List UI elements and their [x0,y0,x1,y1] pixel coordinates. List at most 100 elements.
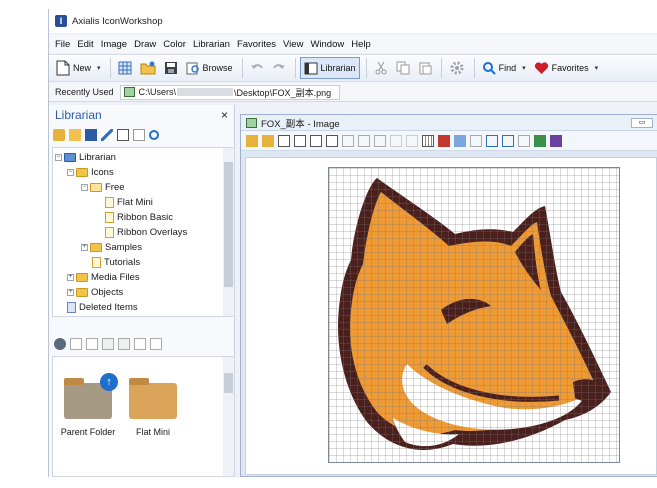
paste-icon[interactable] [374,134,386,147]
transparency-icon[interactable] [454,134,466,147]
scissors-icon[interactable] [342,134,354,147]
tree-item-label: Media Files [91,272,140,283]
properties-icon[interactable] [133,129,145,141]
redo-icon[interactable] [406,134,418,147]
librarian-tree: − Librarian − Icons − Free Flat Mini Rib… [52,147,235,317]
menu-librarian[interactable]: Librarian [193,39,230,50]
window-title: Axialis IconWorkshop [72,15,163,27]
expand-icon[interactable]: + [81,244,88,251]
tree-item-icons[interactable]: − Icons [67,165,114,180]
undo-icon[interactable] [390,134,402,147]
copy-icon [396,61,410,75]
thumbnail-flat-mini[interactable]: Flat Mini [123,378,183,437]
image-canvas-area[interactable] [245,157,657,475]
tree-item-ribbon-basic[interactable]: Ribbon Basic [105,210,173,225]
tree-item-ribbon-overlays[interactable]: Ribbon Overlays [105,225,187,240]
recent-file-dropdown[interactable]: C:\Users\ \Desktop\FOX_副本.png [119,84,340,100]
tree-item-label: Objects [91,287,124,298]
grid-view-button[interactable] [115,57,135,79]
arrow-up-icon: ↑ [100,373,118,391]
new-library-icon[interactable] [53,129,65,141]
library-file-icon [105,227,114,238]
pencil-icon[interactable] [101,129,113,141]
menu-edit[interactable]: Edit [77,39,93,50]
collapse-icon[interactable]: − [55,154,62,161]
color-picker-icon[interactable] [550,134,562,147]
tree-item-tutorials[interactable]: Tutorials [92,255,140,270]
undo-button[interactable] [247,57,267,79]
list-view-icon[interactable] [150,338,162,350]
scrollbar-thumb[interactable] [224,373,233,393]
browse-button[interactable]: Browse [183,57,236,79]
tree-scrollbar[interactable] [223,148,234,316]
folder-icon[interactable] [69,129,81,141]
document-title-bar: FOX_副本 - Image ▭ [241,115,657,131]
menu-window[interactable]: Window [310,39,344,50]
find-button[interactable]: Find ▾ [479,57,529,79]
grid-toggle-icon[interactable] [422,134,434,147]
save-button[interactable] [161,57,181,79]
tree-item-flat-mini[interactable]: Flat Mini [105,195,153,210]
librarian-toggle-button[interactable]: Librarian [299,57,360,79]
export-icon[interactable] [118,338,130,350]
add-image-icon[interactable] [246,134,258,147]
open-folder-button[interactable] [137,57,159,79]
resize-icon[interactable] [486,134,498,147]
sort-icon[interactable] [134,338,146,350]
thumbnail-parent-folder[interactable]: ↑ Parent Folder [57,373,119,437]
save-icon[interactable] [278,134,290,147]
preview-icon[interactable] [534,134,546,147]
tree-item-deleted-items[interactable]: Deleted Items [67,300,138,315]
menu-file[interactable]: File [55,39,70,50]
settings-button[interactable] [446,57,468,79]
tree-item-media-files[interactable]: + Media Files [67,270,140,285]
tree-item-librarian[interactable]: − Librarian [55,150,116,165]
delete-icon[interactable] [117,129,129,141]
globe-icon[interactable] [54,338,66,350]
trash-icon [67,302,76,313]
menu-color[interactable]: Color [163,39,186,50]
thumbnail-view: ↑ Parent Folder Flat Mini [52,356,235,477]
menu-favorites[interactable]: Favorites [237,39,276,50]
image-properties-icon[interactable] [326,134,338,147]
tree-item-samples[interactable]: + Samples [81,240,142,255]
effects-icon[interactable] [470,134,482,147]
crop-icon[interactable] [518,134,530,147]
thumbnail-scrollbar[interactable] [223,357,234,476]
folder-icon [76,273,88,282]
paste-button[interactable] [415,57,435,79]
image-canvas[interactable] [328,167,620,463]
expand-icon[interactable]: + [67,289,74,296]
export-icon[interactable] [310,134,322,147]
favorites-button[interactable]: Favorites ▾ [531,57,602,79]
color-palette-icon[interactable] [438,134,450,147]
collapse-icon[interactable]: − [67,169,74,176]
copy-icon[interactable] [358,134,370,147]
tree-item-objects[interactable]: + Objects [67,285,123,300]
minimize-button[interactable]: ▭ [631,118,653,128]
menu-image[interactable]: Image [101,39,127,50]
menu-help[interactable]: Help [351,39,371,50]
close-icon[interactable]: × [221,108,228,122]
add-format-icon[interactable] [262,134,274,147]
copy-button[interactable] [393,57,413,79]
browse-icon [186,62,199,75]
menu-view[interactable]: View [283,39,303,50]
save-as-icon[interactable] [294,134,306,147]
tree-item-free[interactable]: − Free [81,180,125,195]
new-button-label: New [73,63,92,73]
import-icon[interactable] [102,338,114,350]
menu-draw[interactable]: Draw [134,39,156,50]
grid-icon[interactable] [85,129,97,141]
collapse-icon[interactable]: − [81,184,88,191]
scrollbar-thumb[interactable] [224,162,233,287]
search-icon[interactable] [149,130,159,140]
new-button[interactable]: New ▾ [53,57,104,79]
paste-icon[interactable] [86,338,98,350]
tree-item-label: Free [105,182,125,193]
canvas-icon[interactable] [502,134,514,147]
redo-button[interactable] [269,57,289,79]
expand-icon[interactable]: + [67,274,74,281]
cut-button[interactable] [371,57,391,79]
copy-icon[interactable] [70,338,82,350]
